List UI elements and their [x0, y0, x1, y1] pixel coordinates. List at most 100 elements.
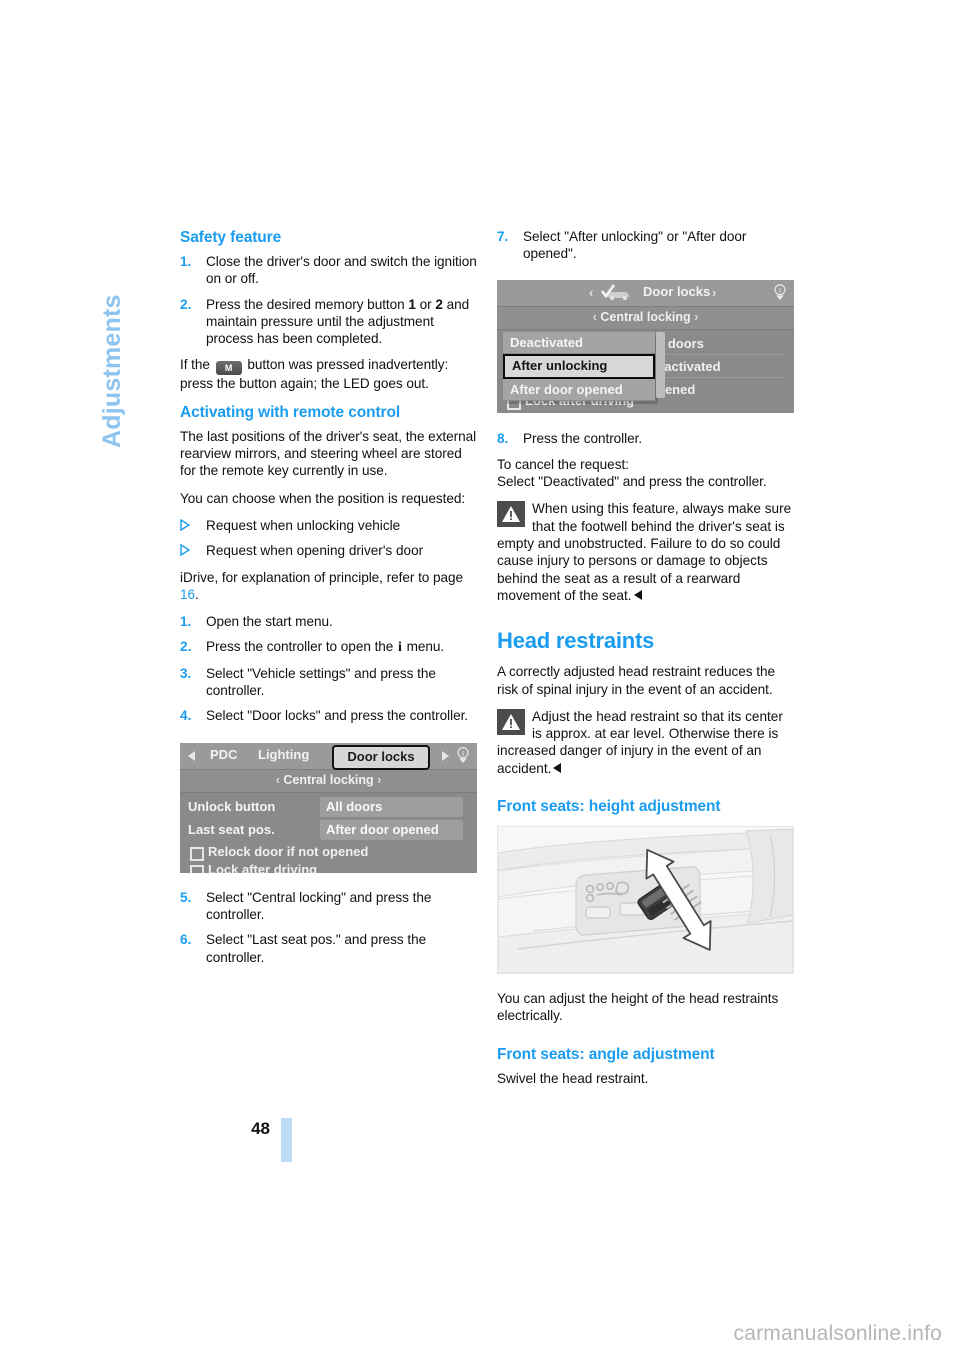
checkbox-label: Lock after driving [208, 861, 318, 873]
checkbox-relock-door[interactable] [190, 846, 204, 861]
list-item: 3. Select "Vehicle settings" and press t… [180, 665, 477, 700]
idrive-subtitle-central-locking: ‹ Central locking › [180, 769, 477, 793]
right-column: 7. Select "After unlocking" or "After do… [497, 228, 794, 1097]
row-divider [649, 353, 784, 355]
info-indicator-icon: i [457, 746, 469, 763]
left-column: Safety feature 1. Close the driver's doo… [180, 228, 477, 975]
figure-id-watermark [784, 353, 795, 411]
step-8-list: 8. Press the controller. [497, 430, 794, 447]
idrive-subtitle-central-locking: ‹ Central locking › [497, 306, 794, 330]
idrive-tab-door-locks-selected[interactable]: Door locks [332, 744, 430, 770]
cancel-line-2: Select "Deactivated" and press the contr… [497, 474, 767, 490]
triangle-bullet-icon [180, 518, 190, 531]
warning-triangle-icon [497, 501, 525, 528]
page-accent-bar [281, 1118, 292, 1162]
warning-head-restraint-position: Adjust the head restraint so that its ce… [497, 708, 794, 777]
background-row-deactivated: eactivated [657, 358, 721, 374]
list-item: 6. Select "Last seat pos." and press the… [180, 931, 477, 966]
checkbox-lock-after-driving[interactable] [190, 864, 204, 873]
remote-intro-text: The last positions of the driver's seat,… [180, 428, 477, 479]
chevron-left-icon[interactable] [188, 750, 195, 761]
vehicle-check-icon [601, 283, 629, 300]
head-restraints-intro: A correctly adjusted head restraint redu… [497, 664, 775, 697]
step-text: Select "Vehicle settings" and press the … [206, 665, 436, 699]
step-text-a: Press the desired memory button [206, 296, 409, 312]
memory-button-1: 1 [408, 296, 416, 312]
step-text: Select "Last seat pos." and press the co… [206, 932, 427, 965]
list-item: 5. Select "Central locking" and press th… [180, 889, 477, 924]
row-label: Unlock button [188, 798, 276, 814]
manual-page: Adjustments 48 Safety feature 1. Close t… [0, 0, 960, 1358]
step-text: Select "Door locks" and press the contro… [206, 708, 469, 724]
step-text-b: or [415, 296, 436, 312]
heading-front-seats-height-adjustment: Front seats: height adjustment [497, 798, 721, 816]
central-locking-steps-list: 5. Select "Central locking" and press th… [180, 889, 477, 966]
idrive-screen: PDC Lighting Door locks i ‹ Central lock… [180, 742, 477, 873]
step-number: 8. [497, 430, 509, 446]
figure-id-watermark [784, 914, 795, 972]
idrive-tab-pdc[interactable]: PDC [210, 747, 237, 762]
heading-head-restraints: Head restraints [497, 628, 655, 654]
step-number: 2. [180, 639, 192, 655]
safety-feature-steps: 1. Close the driver's door and switch th… [180, 253, 477, 347]
page-number-block: 48 [232, 1118, 292, 1166]
page-cross-reference[interactable]: 16 [180, 587, 195, 602]
list-item: Request when unlocking vehicle [180, 517, 477, 534]
seat-control-drawing [498, 827, 793, 974]
site-watermark: carmanualsonline.info [733, 1322, 942, 1345]
idrive-dropdown-list[interactable]: Deactivated After unlocking After door o… [503, 331, 665, 401]
list-item: 2. Press the desired memory button 1 or … [180, 296, 477, 348]
step-number: 5. [180, 889, 192, 905]
figure-idrive-door-locks: PDC Lighting Door locks i ‹ Central lock… [180, 742, 477, 873]
step-text: Select "After unlocking" or "After door … [523, 229, 747, 262]
idrive-row-unlock-button[interactable]: Unlock button All doors [180, 796, 477, 819]
idrive-tab-lighting[interactable]: Lighting [258, 747, 309, 762]
heading-safety-feature: Safety feature [180, 229, 282, 246]
bullet-text: Request when opening driver's door [206, 543, 424, 559]
list-item: 2. Press the controller to open the i me… [180, 638, 477, 656]
list-item: Request when opening driver's door [180, 542, 477, 559]
row-label: Last seat pos. [188, 821, 275, 837]
svg-text:i: i [779, 287, 781, 294]
cancel-request-block: To cancel the request: Select "Deactivat… [497, 456, 794, 491]
idrive-subtitle-text: Central locking [600, 309, 691, 324]
step-text: Open the start menu. [206, 614, 333, 630]
step-text: Select "Central locking" and press the c… [206, 889, 432, 922]
row-value: All doors [320, 796, 463, 817]
m-button-note: If the M button was pressed inadvertentl… [180, 356, 477, 392]
height-adjustment-body: You can adjust the height of the head re… [497, 991, 779, 1024]
idrive-ref-prefix: iDrive, for explanation of principle, re… [180, 569, 464, 585]
list-item: 1. Close the driver's door and switch th… [180, 253, 477, 288]
list-item: 8. Press the controller. [497, 430, 794, 447]
step-number: 1. [180, 254, 192, 269]
dropdown-scrollbar[interactable] [656, 331, 665, 398]
step-7-list: 7. Select "After unlocking" or "After do… [497, 228, 794, 263]
step-number: 6. [180, 932, 192, 948]
step-number: 3. [180, 665, 192, 681]
warning-end-marker [633, 589, 642, 600]
list-item: 1. Open the start menu. [180, 613, 477, 630]
heading-front-seats-angle-adjustment: Front seats: angle adjustment [497, 1045, 715, 1063]
chapter-tab: Adjustments [98, 294, 126, 448]
idrive-ref-suffix: . [195, 586, 199, 602]
warning-footwell: When using this feature, always make sur… [497, 500, 794, 604]
dropdown-option-deactivated[interactable]: Deactivated [503, 331, 655, 354]
chevron-right-icon[interactable] [442, 750, 449, 761]
request-options-list: Request when unlocking vehicle Request w… [180, 517, 477, 560]
bullet-text: Request when unlocking vehicle [206, 517, 401, 533]
cancel-line-1: To cancel the request: [497, 456, 629, 472]
info-indicator-icon: i [774, 283, 786, 300]
figure-idrive-dropdown: Door locks ‹ › i ‹ Central locking › ll … [497, 279, 795, 413]
dropdown-option-after-unlocking-selected[interactable]: After unlocking [503, 353, 655, 379]
warning-end-marker [553, 762, 562, 773]
step-text-a: Press the controller to open the [206, 639, 398, 655]
dropdown-option-after-door-opened[interactable]: After door opened [503, 378, 655, 401]
heading-activating-remote-control: Activating with remote control [180, 403, 401, 421]
idrive-top-bar: PDC Lighting Door locks i [180, 742, 477, 770]
figure-seat-height-control [497, 826, 795, 975]
step-text-b: menu. [402, 639, 445, 655]
idrive-row-last-seat-pos[interactable]: Last seat pos. After door opened [180, 819, 477, 842]
triangle-bullet-icon [180, 544, 190, 557]
chevron-right-icon[interactable]: › [712, 285, 716, 300]
chevron-left-icon[interactable]: ‹ [589, 285, 593, 300]
